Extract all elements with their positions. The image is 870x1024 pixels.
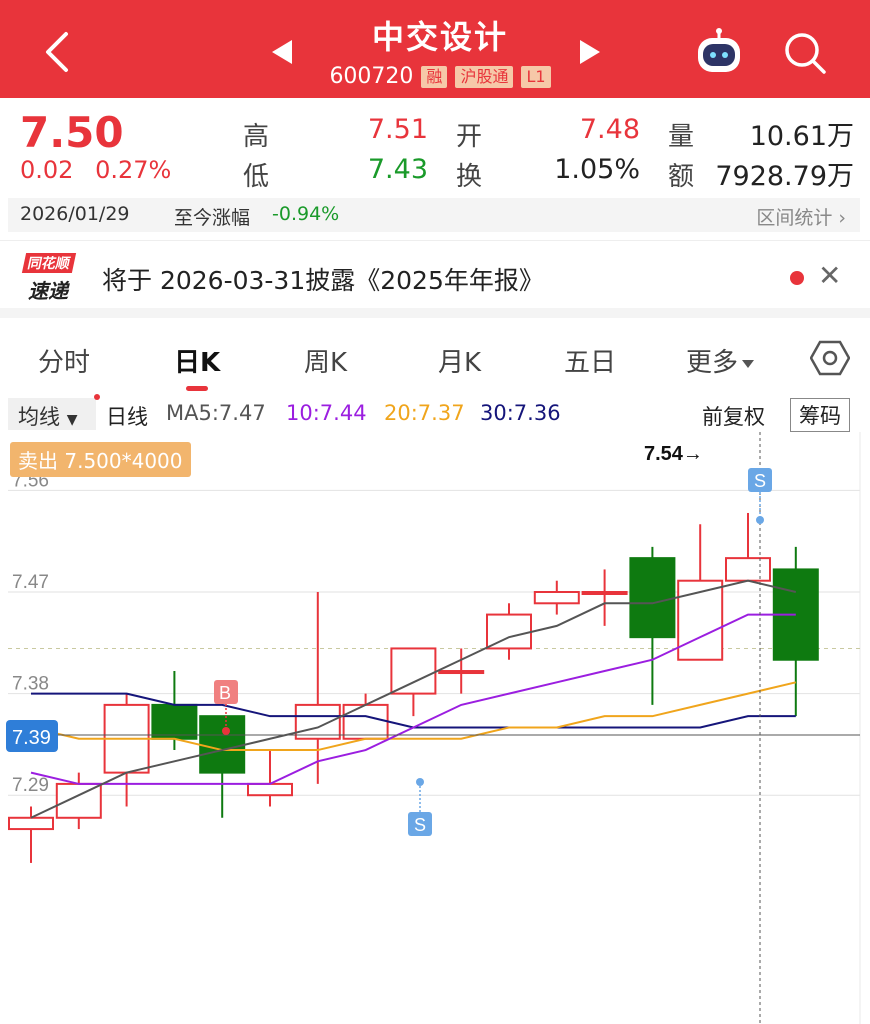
ma10-value: 10:7.44 xyxy=(286,401,367,425)
logo-top-text: 同花顺 xyxy=(21,253,77,273)
turnover-label: 换 xyxy=(456,162,483,192)
app-header: 中交设计 600720 融 沪股通 L1 xyxy=(0,0,870,98)
stock-name: 中交设计 xyxy=(371,18,508,56)
range-stats-label: 区间统计 xyxy=(756,207,833,229)
candle-body xyxy=(8,816,54,831)
since-value: -0.94% xyxy=(272,203,340,225)
news-text: 将于 2026-03-31披露《2025年年报》 xyxy=(102,266,544,295)
ma30-value: 30:7.36 xyxy=(480,401,561,425)
ths-express-logo: 同花顺 速递 xyxy=(21,253,84,303)
adjust-mode[interactable]: 前复权 xyxy=(702,401,765,431)
sell-order-tag[interactable]: 卖出 7.500*4000 xyxy=(10,442,191,477)
robot-assistant-icon[interactable] xyxy=(694,28,744,76)
tab-five-day[interactable]: 五日 xyxy=(564,342,616,379)
unread-dot-icon xyxy=(790,271,804,285)
last-price: 7.50 xyxy=(20,108,124,157)
news-banner[interactable]: 同花顺 速递 将于 2026-03-31披露《2025年年报》 ✕ xyxy=(0,240,870,318)
turnover-value: 1.05% xyxy=(554,154,640,185)
max-price-label: 7.54→ xyxy=(644,443,703,465)
range-stats-link[interactable]: 区间统计 › xyxy=(756,203,846,230)
amount-label: 额 xyxy=(668,162,695,192)
search-icon[interactable] xyxy=(782,30,828,76)
sell-marker-label: S xyxy=(414,815,426,835)
open-label: 开 xyxy=(456,122,483,152)
tab-daily-k[interactable]: 日K xyxy=(174,342,220,379)
candle-body xyxy=(199,715,246,774)
stock-code: 600720 xyxy=(329,64,414,89)
range-bar[interactable]: 2026/01/29 至今涨幅 -0.94% 区间统计 › xyxy=(8,198,860,232)
period-label: 日线 xyxy=(106,405,148,429)
candle-body xyxy=(629,557,676,639)
ma-legend: 均线 ▼ 日线 MA5:7.47 10:7.44 20:7.37 30:7.36… xyxy=(0,394,870,432)
candle-body xyxy=(533,591,580,605)
candle-body xyxy=(151,703,198,740)
settings-hexagon-icon[interactable] xyxy=(810,338,850,378)
high-label: 高 xyxy=(243,122,270,152)
caret-down-icon xyxy=(742,359,755,368)
amount-value: 7928.79万 xyxy=(715,161,854,192)
tag-margin: 融 xyxy=(421,65,448,88)
open-value: 7.48 xyxy=(579,114,640,145)
y-tick-label: 7.47 xyxy=(12,572,49,593)
stock-title-block: 中交设计 600720 融 沪股通 L1 xyxy=(270,12,610,89)
price-change: 0.02 0.27% xyxy=(20,156,185,184)
ma-dot-icon xyxy=(94,394,100,400)
low-value: 7.43 xyxy=(367,154,428,185)
chevron-right-icon: › xyxy=(838,207,846,229)
tab-more-label: 更多 xyxy=(686,348,739,378)
caret-down-icon: ▼ xyxy=(66,412,78,428)
change-percent: 0.27% xyxy=(95,156,172,184)
tab-intraday[interactable]: 分时 xyxy=(38,342,90,379)
tab-weekly-k[interactable]: 周K xyxy=(304,342,347,379)
sell-marker-label: S xyxy=(754,471,766,491)
back-arrow-icon[interactable] xyxy=(36,28,80,76)
buy-marker-dot xyxy=(222,727,230,735)
logo-bottom-text: 速递 xyxy=(28,279,68,303)
high-value: 7.51 xyxy=(367,114,428,145)
range-date: 2026/01/29 xyxy=(20,203,130,225)
candle-body xyxy=(247,782,293,797)
kline-chart[interactable]: 7.297.387.477.567.397.54→BSS xyxy=(0,432,870,1024)
candle-body xyxy=(438,670,485,675)
tag-level: L1 xyxy=(521,65,551,88)
candle-body xyxy=(581,591,628,595)
candle-body xyxy=(342,703,389,740)
candle-body xyxy=(294,703,341,740)
ma5-value: MA5:7.47 xyxy=(166,401,266,425)
ma20-value: 20:7.37 xyxy=(384,401,465,425)
active-tab-indicator xyxy=(186,386,208,391)
low-label: 低 xyxy=(243,162,270,192)
period-tabs: 分时 日K 周K 月K 五日 更多 xyxy=(0,330,870,392)
volume-label: 量 xyxy=(668,122,695,152)
tab-more[interactable]: 更多 xyxy=(686,342,755,379)
candle-body xyxy=(390,647,437,695)
y-tick-label: 7.29 xyxy=(12,775,49,796)
tab-monthly-k[interactable]: 月K xyxy=(438,342,481,379)
tag-hk-connect: 沪股通 xyxy=(455,65,514,88)
ma-selector[interactable]: 均线 ▼ xyxy=(8,398,96,430)
close-icon[interactable]: ✕ xyxy=(818,259,841,292)
crosshair-price-label: 7.39 xyxy=(12,727,51,749)
candle-body xyxy=(725,557,771,582)
buy-marker-label: B xyxy=(219,683,231,703)
change-value: 0.02 xyxy=(20,156,74,184)
y-tick-label: 7.38 xyxy=(12,674,49,695)
volume-value: 10.61万 xyxy=(749,121,854,152)
chips-button[interactable]: 筹码 xyxy=(790,398,850,432)
ma-selector-label: 均线 xyxy=(18,405,60,429)
since-label: 至今涨幅 xyxy=(174,207,251,229)
next-stock-icon[interactable] xyxy=(580,40,600,64)
